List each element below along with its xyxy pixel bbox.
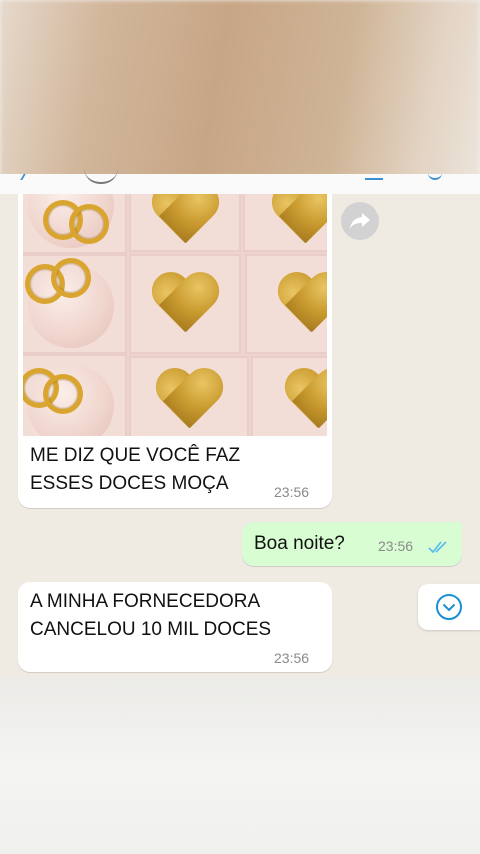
heart-shape	[148, 194, 222, 245]
forward-icon	[350, 213, 370, 229]
photo-cell	[251, 356, 327, 436]
ring-shape	[51, 258, 91, 298]
double-check-icon	[428, 541, 447, 554]
photo-cell	[23, 354, 127, 436]
message-time: 23:56	[274, 650, 310, 666]
message-text-line: A MINHA FORNECEDORA	[30, 591, 261, 612]
heart-shape	[281, 370, 327, 430]
contact-avatar[interactable]	[84, 168, 118, 184]
video-call-icon[interactable]	[365, 174, 383, 180]
photo-cell	[23, 254, 127, 354]
message-text: A MINHA FORNECEDORA CANCELOU 10 MIL DOCE…	[30, 588, 271, 644]
scroll-down-button[interactable]	[418, 584, 480, 630]
chat-area[interactable]: ME DIZ QUE VOCÊ FAZ ESSES DOCES MOÇA 23:…	[0, 194, 480, 678]
photo-cell	[129, 356, 249, 436]
message-outgoing[interactable]: Boa noite? 23:56	[242, 522, 462, 566]
photo-cell	[129, 254, 241, 354]
image-caption: ME DIZ QUE VOCÊ FAZ ESSES DOCES MOÇA	[30, 442, 240, 498]
photo-cell	[243, 194, 327, 252]
message-image-incoming[interactable]: ME DIZ QUE VOCÊ FAZ ESSES DOCES MOÇA 23:…	[18, 194, 332, 508]
voice-call-icon[interactable]	[428, 170, 442, 180]
blurred-header-overlay	[0, 0, 480, 178]
ring-shape	[69, 204, 109, 244]
chevron-down-icon	[436, 594, 462, 620]
image-caption-line: ESSES DOCES MOÇA	[30, 473, 229, 494]
photo-cell	[23, 194, 127, 254]
image-caption-line: ME DIZ QUE VOCÊ FAZ	[30, 445, 241, 466]
blurred-input-area	[0, 678, 480, 854]
heart-shape	[274, 274, 327, 334]
message-text: Boa noite?	[254, 533, 345, 554]
message-time: 23:56	[274, 484, 310, 500]
photo-cell	[245, 254, 327, 354]
message-text-line: CANCELOU 10 MIL DOCES	[30, 619, 272, 640]
back-arrow-icon[interactable]	[20, 174, 34, 180]
heart-shape	[268, 194, 327, 245]
forward-button[interactable]	[341, 202, 379, 240]
photo-cell	[129, 194, 241, 252]
chat-header	[0, 174, 480, 195]
message-photo[interactable]	[23, 194, 327, 436]
ring-shape	[43, 374, 83, 414]
heart-shape	[148, 274, 222, 334]
heart-shape	[152, 370, 226, 430]
message-incoming[interactable]: A MINHA FORNECEDORA CANCELOU 10 MIL DOCE…	[18, 582, 332, 672]
message-time: 23:56	[378, 538, 414, 554]
